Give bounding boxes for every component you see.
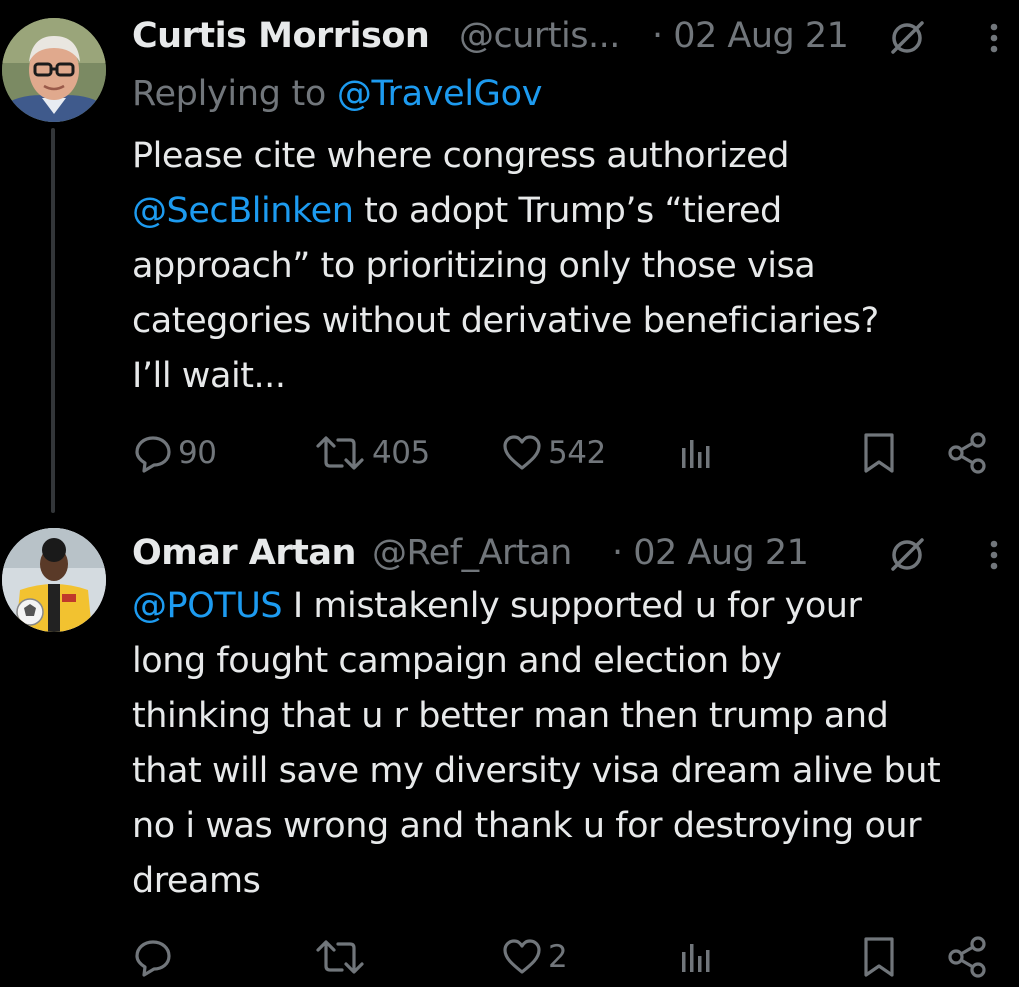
reply-count: 90 — [178, 435, 217, 471]
views-button[interactable] — [678, 932, 716, 982]
tweet-header: Curtis Morrison @curtis... · 02 Aug 21 — [132, 12, 1019, 60]
tweet-header: Omar Artan @Ref_Artan · 02 Aug 21 — [132, 529, 1019, 577]
tweet-text: @POTUS I mistakenly supported u for your… — [132, 579, 1019, 909]
views-icon — [682, 944, 710, 972]
like-button[interactable]: 2 — [500, 932, 568, 982]
repost-button[interactable]: 405 — [312, 428, 430, 478]
like-icon — [503, 435, 541, 470]
author-name[interactable]: Omar Artan — [132, 529, 356, 577]
bookmark-button[interactable] — [860, 932, 898, 982]
mute-icon[interactable] — [887, 535, 927, 575]
like-icon — [503, 939, 541, 974]
tweet[interactable]: Omar Artan @Ref_Artan · 02 Aug 21 @POTUS… — [0, 505, 1019, 987]
thread-connector — [51, 128, 55, 513]
more-icon[interactable] — [986, 18, 1002, 58]
share-icon — [948, 936, 986, 978]
tweet-text-start: Please cite where congress authorized — [132, 136, 790, 176]
like-button[interactable]: 542 — [500, 428, 606, 478]
mute-icon[interactable] — [887, 18, 927, 58]
mention-link[interactable]: @SecBlinken — [132, 191, 354, 231]
like-count: 542 — [548, 435, 606, 471]
reply-button[interactable]: 90 — [132, 428, 217, 478]
tweet-date[interactable]: · 02 Aug 21 — [652, 12, 849, 60]
tweet-date[interactable]: · 02 Aug 21 — [612, 529, 809, 577]
bookmark-icon — [864, 433, 894, 473]
repost-count: 405 — [372, 435, 430, 471]
bookmark-icon — [864, 937, 894, 977]
views-icon — [682, 440, 710, 468]
replying-to: Replying to @TravelGov — [132, 70, 542, 118]
replying-to-link[interactable]: @TravelGov — [337, 74, 543, 114]
replying-prefix: Replying to — [132, 74, 327, 114]
repost-icon — [316, 436, 364, 470]
reply-icon — [135, 940, 171, 977]
avatar-photo — [2, 18, 106, 122]
views-button[interactable] — [678, 428, 716, 478]
share-button[interactable] — [946, 932, 988, 982]
share-icon — [948, 432, 986, 474]
action-bar: 2 — [132, 932, 1002, 982]
reply-icon — [135, 436, 171, 473]
author-name[interactable]: Curtis Morrison — [132, 12, 430, 60]
like-count: 2 — [548, 939, 568, 975]
more-icon[interactable] — [986, 535, 1002, 575]
share-button[interactable] — [946, 428, 988, 478]
avatar[interactable] — [2, 18, 106, 122]
repost-icon — [316, 940, 364, 974]
avatar-photo — [2, 528, 106, 632]
action-bar: 90 405 542 — [132, 428, 1002, 478]
repost-button[interactable] — [312, 932, 372, 982]
tweet-text-end: I mistakenly supported u for your long f… — [132, 586, 941, 901]
reply-button[interactable] — [132, 932, 178, 982]
bookmark-button[interactable] — [860, 428, 898, 478]
avatar[interactable] — [2, 528, 106, 632]
author-handle[interactable]: @curtis... — [459, 12, 620, 60]
author-handle[interactable]: @Ref_Artan — [372, 529, 572, 577]
mention-link[interactable]: @POTUS — [132, 586, 283, 626]
tweet-text: Please cite where congress authorized @S… — [132, 129, 1019, 404]
tweet[interactable]: Curtis Morrison @curtis... · 02 Aug 21 R… — [0, 0, 1019, 513]
